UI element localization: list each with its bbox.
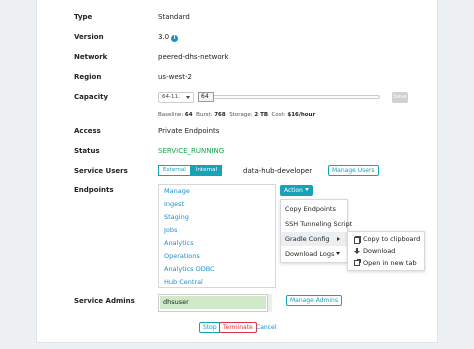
- network-value: peered-dhs-network: [158, 53, 229, 61]
- version-value-row: 3.0 i: [158, 32, 179, 42]
- endpoint-link[interactable]: Operations: [164, 252, 200, 261]
- admin-item[interactable]: dhsuser: [160, 296, 266, 309]
- menu-item-download-logs-label: Download Logs: [285, 250, 335, 258]
- toggle-external[interactable]: External: [158, 165, 191, 176]
- external-link-icon: [354, 259, 361, 266]
- save-button[interactable]: Save: [392, 92, 408, 103]
- endpoint-link[interactable]: Manage: [164, 187, 190, 196]
- type-label: Type: [74, 13, 93, 21]
- endpoint-link[interactable]: Analytics ODBC: [164, 265, 215, 274]
- capacity-stats: Baseline: 64 Burst: 768 Storage: 2 TB Co…: [158, 111, 315, 119]
- service-admins-label: Service Admins: [74, 297, 135, 305]
- capacity-label: Capacity: [74, 93, 109, 101]
- service-users-label: Service Users: [74, 167, 128, 175]
- menu-item-download-logs[interactable]: Download Logs: [281, 247, 347, 261]
- version-value: 3.0: [158, 33, 170, 41]
- burst-value: 768: [214, 112, 226, 118]
- submenu-open-new-tab[interactable]: Open in new tab: [348, 256, 424, 270]
- chevron-right-icon: [337, 237, 340, 241]
- status-label: Status: [74, 147, 100, 155]
- endpoints-label: Endpoints: [74, 186, 114, 194]
- access-label: Access: [74, 127, 101, 135]
- access-value: Private Endpoints: [158, 127, 220, 135]
- manage-users-button[interactable]: Manage Users: [328, 165, 379, 176]
- menu-item-gradle-config-label: Gradle Config: [285, 235, 330, 243]
- endpoint-link[interactable]: Jobs: [164, 226, 177, 235]
- menu-item-ssh-tunneling[interactable]: SSH Tunneling Script: [281, 217, 352, 231]
- baseline-label: Baseline:: [158, 112, 184, 118]
- region-label: Region: [74, 73, 102, 81]
- cancel-link[interactable]: Cancel: [256, 323, 276, 332]
- stop-button[interactable]: Stop: [199, 322, 221, 333]
- action-menu: Copy Endpoints SSH Tunneling Script Grad…: [280, 199, 352, 263]
- version-label: Version: [74, 33, 104, 41]
- capacity-slider-track[interactable]: [211, 95, 380, 99]
- baseline-value: 64: [184, 112, 193, 118]
- terminate-button[interactable]: Terminate: [219, 322, 257, 333]
- menu-item-copy-endpoints[interactable]: Copy Endpoints: [281, 202, 347, 216]
- endpoint-link[interactable]: Hub Central: [164, 278, 203, 287]
- user-type-toggle: External Internal: [158, 165, 223, 176]
- admins-scrollbar[interactable]: [268, 294, 272, 312]
- submenu-open-new-tab-label: Open in new tab: [363, 259, 417, 267]
- endpoint-link[interactable]: Ingest: [164, 200, 184, 209]
- toggle-internal[interactable]: Internal: [190, 165, 223, 176]
- burst-label: Burst:: [196, 112, 213, 118]
- status-value: SERVICE_RUNNING: [158, 147, 225, 155]
- service-user: data-hub-developer: [243, 167, 313, 175]
- menu-item-gradle-config[interactable]: Gradle Config: [281, 232, 347, 246]
- endpoint-link[interactable]: Staging: [164, 213, 189, 222]
- copy-icon: [354, 236, 361, 244]
- storage-value: 2 TB: [254, 112, 269, 118]
- cost-label: Cost:: [271, 112, 286, 118]
- download-icon: [354, 248, 360, 254]
- action-button[interactable]: Action: [280, 185, 313, 196]
- info-icon[interactable]: i: [171, 35, 179, 42]
- chevron-down-icon: [304, 188, 309, 191]
- chevron-down-icon: [336, 252, 341, 255]
- type-value: Standard: [158, 13, 190, 21]
- capacity-select[interactable]: 64-11.: [158, 92, 194, 103]
- network-label: Network: [74, 53, 108, 61]
- chevron-down-icon: [186, 96, 190, 99]
- manage-admins-button[interactable]: Manage Admins: [286, 295, 342, 306]
- capacity-slider-handle[interactable]: 64: [198, 92, 214, 102]
- action-button-label: Action: [284, 187, 303, 194]
- gradle-config-submenu: Copy to clipboard Download Open in new t…: [347, 231, 425, 271]
- service-admins-list: dhsuser: [158, 294, 268, 312]
- endpoint-link[interactable]: Analytics: [164, 239, 194, 248]
- region-value: us-west-2: [158, 73, 193, 81]
- endpoints-list: Manage Ingest Staging Jobs Analytics Ope…: [158, 184, 276, 288]
- submenu-copy-label: Copy to clipboard: [363, 235, 421, 243]
- storage-label: Storage:: [229, 112, 253, 118]
- cost-value: $16/hour: [287, 112, 316, 118]
- submenu-download-label: Download: [363, 247, 396, 255]
- capacity-select-value: 64-11.: [162, 94, 180, 100]
